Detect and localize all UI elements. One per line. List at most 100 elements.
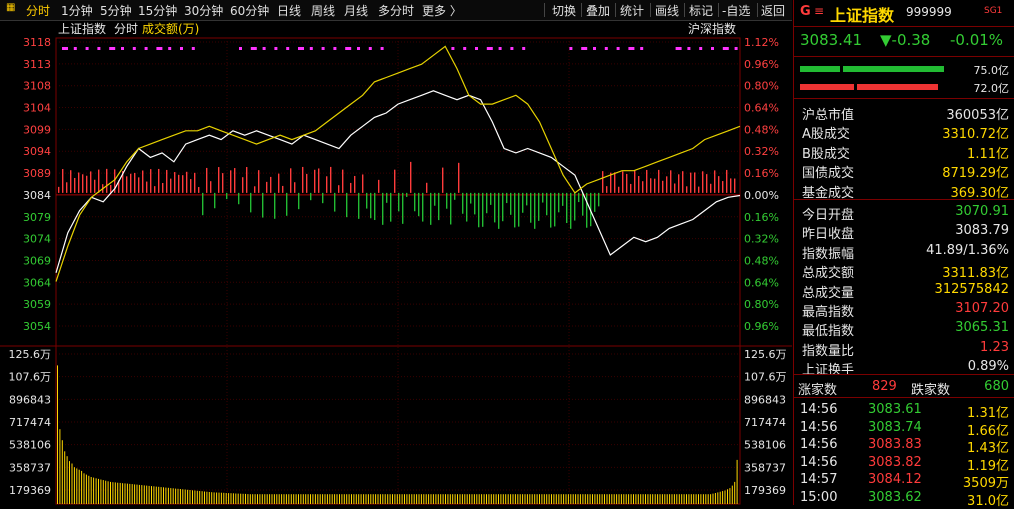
- volume-bar: [266, 494, 268, 504]
- volume-bar: [613, 494, 615, 504]
- breadth-bar: [298, 192, 300, 210]
- signal-marker: [250, 47, 257, 50]
- breadth-bar: [530, 192, 532, 223]
- breadth-bar: [270, 176, 272, 193]
- tab-1min[interactable]: 1分钟: [61, 2, 93, 19]
- volume-bar: [529, 494, 531, 504]
- more-menu[interactable]: 更多 〉: [422, 2, 462, 19]
- volume-bar: [213, 492, 215, 504]
- signal-marker: [85, 47, 89, 50]
- signal-marker: [368, 47, 372, 50]
- volume-bar: [379, 494, 381, 504]
- breadth-bar: [698, 186, 700, 193]
- signal-marker: [132, 47, 136, 50]
- volume-bar: [95, 478, 97, 504]
- volume-bar: [488, 494, 490, 504]
- volume-bar: [189, 490, 191, 504]
- volume-bar: [690, 494, 692, 504]
- toolbar-divider: [684, 3, 685, 17]
- stat-value: 1.23: [980, 339, 1009, 355]
- tick-row[interactable]: 14:56 3083.83 1.43亿: [794, 435, 1014, 456]
- tab-15min[interactable]: 15分钟: [138, 2, 177, 19]
- stat-row: 总成交量 312575842: [794, 280, 1014, 301]
- mark-button[interactable]: 标记: [689, 2, 713, 19]
- tab-weekly[interactable]: 周线: [311, 2, 335, 19]
- signal-marker: [62, 47, 68, 50]
- breadth-bar: [682, 171, 684, 193]
- tab-60min[interactable]: 60分钟: [230, 2, 269, 19]
- tick-row[interactable]: 15:00 3083.62 31.0亿: [794, 488, 1014, 509]
- volume-bar: [194, 490, 196, 504]
- breadth-bar: [662, 180, 664, 193]
- volume-bar: [285, 494, 287, 504]
- breadth-bar: [510, 192, 512, 215]
- volume-bar: [652, 494, 654, 504]
- volume-bar: [659, 494, 661, 504]
- legend-compare-label[interactable]: 沪深指数: [688, 21, 736, 36]
- chart-area[interactable]: 3118 1.12% 3113 0.96% 3108 0.80% 3104 0.64% 3099…: [0, 20, 792, 505]
- tab-daily[interactable]: 日线: [277, 2, 301, 19]
- tick-row[interactable]: 14:56 3083.74 1.66亿: [794, 418, 1014, 439]
- tab-5min[interactable]: 5分钟: [100, 2, 132, 19]
- signal-marker: [286, 47, 290, 50]
- volume-bar: [418, 494, 420, 504]
- volume-bar: [317, 494, 319, 504]
- price-axis-label: 3104: [23, 102, 51, 115]
- stats-button[interactable]: 统计: [620, 2, 644, 19]
- volume-bar: [700, 494, 702, 504]
- signal-marker: [510, 47, 514, 50]
- tick-time: 14:56: [800, 437, 838, 452]
- tab-timeshare[interactable]: 分时: [26, 2, 50, 19]
- overlay-button[interactable]: 叠加: [586, 2, 610, 19]
- volume-bar: [355, 494, 357, 504]
- switch-button[interactable]: 切换: [552, 2, 576, 19]
- breadth-bar: [506, 192, 508, 204]
- back-button[interactable]: 返回: [761, 2, 785, 19]
- breadth-bar: [66, 182, 68, 193]
- breadth-bar: [306, 173, 308, 193]
- volume-bar: [570, 494, 572, 504]
- volume-bar: [539, 494, 540, 504]
- menu-icon[interactable]: ≡: [814, 4, 824, 18]
- tick-row[interactable]: 14:56 3083.82 1.19亿: [794, 453, 1014, 474]
- breadth-bar: [690, 172, 692, 193]
- volume-bar: [461, 494, 463, 504]
- volume-bar: [69, 461, 70, 504]
- breadth-bar: [382, 192, 384, 225]
- volume-bar: [273, 494, 275, 504]
- breadth-bar: [670, 170, 672, 193]
- volume-bar: [500, 494, 502, 504]
- tab-monthly[interactable]: 月线: [344, 2, 368, 19]
- signal-marker: [73, 47, 77, 50]
- pct-axis-label: 0.48%: [744, 123, 779, 136]
- timeshare-chart[interactable]: 3118 1.12% 3113 0.96% 3108 0.80% 3104 0.64% 3099…: [0, 20, 792, 505]
- breadth-bar: [574, 192, 576, 221]
- tick-row[interactable]: 14:57 3084.12 3509万: [794, 470, 1014, 491]
- volume-bar: [698, 494, 699, 504]
- stat-value: 0.89%: [967, 359, 1009, 375]
- breadth-bar: [342, 169, 344, 193]
- volume-bar: [81, 470, 83, 504]
- tab-30min[interactable]: 30分钟: [184, 2, 223, 19]
- breadth-bar: [154, 186, 156, 193]
- breadth-bar: [198, 187, 200, 193]
- volume-bar: [582, 494, 584, 504]
- toolbar-divider: [718, 3, 719, 17]
- draw-button[interactable]: 画线: [655, 2, 679, 19]
- volume-bar: [283, 494, 285, 504]
- volume-bar: [606, 494, 608, 504]
- volume-bar: [724, 490, 726, 504]
- remove-watchlist-button[interactable]: -自选: [722, 2, 750, 19]
- volume-bar: [245, 493, 246, 504]
- grid-icon[interactable]: ▦: [6, 2, 15, 13]
- volume-bar: [717, 492, 719, 504]
- fall-label: 跌家数: [911, 383, 951, 398]
- volume-bar: [184, 489, 186, 504]
- breadth-bar: [362, 174, 364, 193]
- volume-bar: [175, 488, 177, 504]
- volume-bar: [122, 483, 124, 504]
- toolbar-divider: [615, 3, 616, 17]
- volume-bar: [182, 489, 184, 504]
- tick-row[interactable]: 14:56 3083.61 1.31亿: [794, 400, 1014, 421]
- tab-multi-timeshare[interactable]: 多分时: [378, 2, 414, 19]
